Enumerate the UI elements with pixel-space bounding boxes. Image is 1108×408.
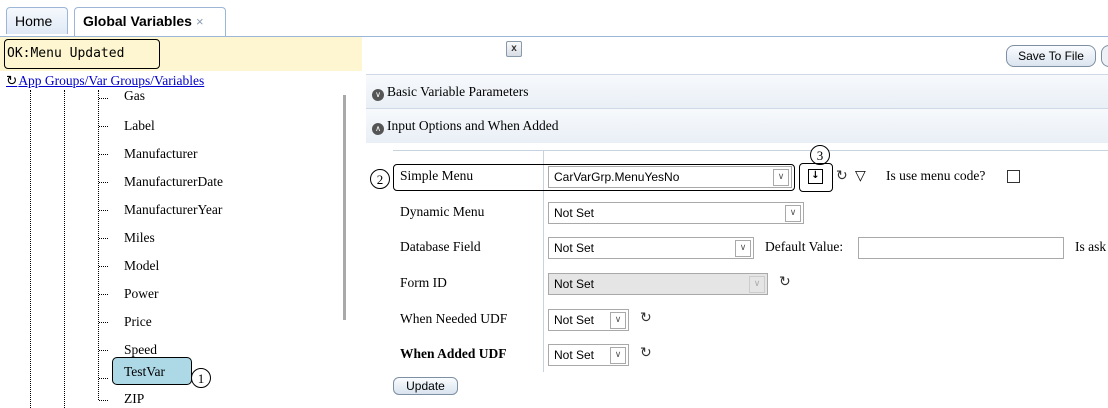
dynamic-menu-select[interactable]: Not Set ∨ xyxy=(548,202,804,224)
chevron-down-icon: ∨ xyxy=(372,89,384,101)
download-menu-icon[interactable]: ↓ xyxy=(808,169,823,184)
when-needed-udf-value: Not Set xyxy=(554,313,595,327)
tree-root-link[interactable]: ↻App Groups/Var Groups/Variables xyxy=(6,73,204,89)
tree-item-miles[interactable]: Miles xyxy=(124,230,155,246)
use-menu-code-label: Is use menu code? xyxy=(886,168,986,183)
panel-splitter[interactable] xyxy=(343,95,346,320)
simple-menu-label: Simple Menu xyxy=(400,168,474,183)
tree-connector xyxy=(99,294,108,295)
tree-connector xyxy=(99,400,108,401)
database-field-value: Not Set xyxy=(554,241,595,255)
chevron-down-icon: ∨ xyxy=(610,312,626,329)
simple-menu-value: CarVarGrp.MenuYesNo xyxy=(554,170,680,184)
tree-connector xyxy=(99,350,108,351)
default-value-input[interactable] xyxy=(858,237,1064,259)
save-to-file-button[interactable]: Save To File xyxy=(1006,45,1096,67)
next-toolbar-button[interactable] xyxy=(1101,45,1108,67)
database-field-label: Database Field xyxy=(400,239,481,254)
tree-connector xyxy=(99,266,108,267)
dynamic-menu-value: Not Set xyxy=(554,206,595,220)
default-value-label: Default Value: xyxy=(765,239,844,254)
tree-root-label: App Groups/Var Groups/Variables xyxy=(18,73,205,88)
callout-1: 1 xyxy=(191,368,211,388)
tab-home-label: Home xyxy=(15,13,53,29)
tree-item-power[interactable]: Power xyxy=(124,286,159,302)
accordion-input-label: Input Options and When Added xyxy=(387,118,559,133)
simple-menu-select[interactable]: CarVarGrp.MenuYesNo ∨ xyxy=(548,166,792,188)
accordion-input-options[interactable]: ∧ Input Options and When Added xyxy=(366,108,1108,143)
when-added-udf-value: Not Set xyxy=(554,348,595,362)
accordion-basic-label: Basic Variable Parameters xyxy=(387,84,529,99)
database-field-select[interactable]: Not Set ∨ xyxy=(548,237,754,259)
tree-item-testvar[interactable]: TestVar xyxy=(124,364,165,380)
tree-item-gas[interactable]: Gas xyxy=(124,88,145,104)
when-added-udf-label: When Added UDF xyxy=(400,346,507,361)
form-id-select[interactable]: Not Set ∨ xyxy=(548,273,768,295)
refresh-icon[interactable]: ↻ xyxy=(836,168,848,184)
callout-3: 3 xyxy=(810,145,830,165)
chevron-down-icon: ∨ xyxy=(785,205,801,222)
callout-2: 2 xyxy=(370,169,390,189)
tree-item-speed[interactable]: Speed xyxy=(124,342,157,358)
filter-icon[interactable]: ▽ xyxy=(855,168,866,184)
tree-item-model[interactable]: Model xyxy=(124,258,159,274)
tree-item-label[interactable]: Label xyxy=(124,118,155,134)
tree-guide-line xyxy=(30,90,31,408)
update-button[interactable]: Update xyxy=(393,377,458,395)
tree-item-price[interactable]: Price xyxy=(124,314,152,330)
use-menu-code-checkbox[interactable] xyxy=(1007,170,1020,183)
tree-item-manufacturer[interactable]: Manufacturer xyxy=(124,146,197,162)
tree-item-manufactureryear[interactable]: ManufacturerYear xyxy=(124,202,222,218)
chevron-down-icon: ∨ xyxy=(735,240,751,257)
tab-home[interactable]: Home xyxy=(6,7,68,34)
chevron-down-icon: ∨ xyxy=(749,276,765,293)
close-icon[interactable]: × xyxy=(196,14,204,29)
tree-connector xyxy=(99,126,108,127)
tree-connector xyxy=(99,98,108,99)
tree-connector xyxy=(99,154,108,155)
tree-connector xyxy=(99,378,108,379)
tree-guide-line xyxy=(64,90,65,408)
form-id-label: Form ID xyxy=(400,275,447,290)
when-needed-refresh-icon[interactable]: ↻ xyxy=(640,310,652,326)
tree-guide-line xyxy=(98,90,99,400)
tree-connector xyxy=(99,210,108,211)
tree-connector xyxy=(99,322,108,323)
tree-item-zip[interactable]: ZIP xyxy=(124,391,144,407)
is-ask-label: Is ask xyxy=(1075,239,1107,254)
accordion-basic-parameters[interactable]: ∨ Basic Variable Parameters xyxy=(366,74,1108,109)
chevron-down-icon: ∨ xyxy=(773,169,789,186)
status-message: OK:Menu Updated xyxy=(4,39,160,69)
form-id-value: Not Set xyxy=(554,277,595,291)
tree-connector xyxy=(99,182,108,183)
tree-item-manufacturerdate[interactable]: ManufacturerDate xyxy=(124,174,223,190)
status-close-icon[interactable]: x xyxy=(506,41,522,57)
tab-global-variables-label: Global Variables xyxy=(83,13,192,29)
form-id-refresh-icon[interactable]: ↻ xyxy=(779,274,791,290)
chevron-up-icon: ∧ xyxy=(372,123,384,135)
refresh-icon[interactable]: ↻ xyxy=(6,73,17,88)
chevron-down-icon: ∨ xyxy=(610,347,626,364)
tree-connector xyxy=(99,238,108,239)
when-needed-udf-label: When Needed UDF xyxy=(400,311,508,326)
when-added-refresh-icon[interactable]: ↻ xyxy=(640,345,652,361)
dynamic-menu-label: Dynamic Menu xyxy=(400,204,485,219)
when-needed-udf-select[interactable]: Not Set ∨ xyxy=(548,309,629,331)
when-added-udf-select[interactable]: Not Set ∨ xyxy=(548,344,629,366)
tab-global-variables[interactable]: Global Variables × xyxy=(74,7,226,36)
